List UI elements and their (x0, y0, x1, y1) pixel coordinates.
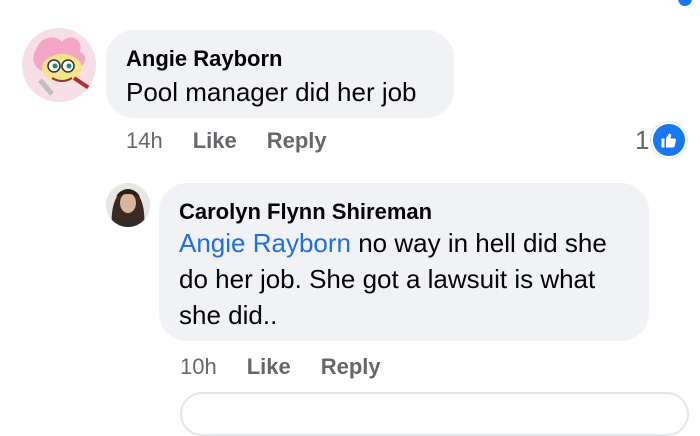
portrait-avatar-icon (106, 183, 150, 227)
reaction-summary[interactable]: 1 (635, 122, 688, 158)
comment-bubble: Angie Rayborn Pool manager did her job (106, 30, 454, 118)
previous-content-fragment (0, 0, 700, 6)
comment-text-line: do her job. She got a lawsuit is what (179, 264, 596, 294)
reply-button[interactable]: Reply (321, 354, 381, 380)
comment-text-line: Angie Rayborn no way in hell did she (179, 225, 607, 261)
mention-link[interactable]: Angie Rayborn (179, 228, 351, 258)
comment-timestamp[interactable]: 14h (126, 128, 163, 154)
avatar[interactable] (22, 28, 96, 102)
reply-input-box[interactable] (180, 392, 689, 436)
thumbs-up-icon (651, 122, 688, 158)
comment-author[interactable]: Angie Rayborn (126, 46, 282, 72)
comment-timestamp[interactable]: 10h (180, 354, 217, 380)
comment-actions: 10h Like Reply (180, 354, 381, 380)
reaction-count: 1 (635, 124, 650, 155)
avatar[interactable] (106, 183, 150, 227)
comment-author[interactable]: Carolyn Flynn Shireman (179, 199, 432, 225)
comment-bubble: Carolyn Flynn Shireman Angie Rayborn no … (159, 183, 649, 341)
comment-actions: 14h Like Reply (126, 128, 327, 154)
cut-off-reaction-icon (678, 0, 692, 6)
pony-avatar-icon (22, 28, 96, 102)
comment-text-line: she did.. (179, 300, 278, 330)
comment-text-segment: no way in hell did she (351, 228, 607, 258)
like-button[interactable]: Like (247, 354, 291, 380)
comment-text: Pool manager did her job (126, 77, 417, 107)
comment-text: Angie Rayborn no way in hell did she do … (179, 225, 607, 333)
like-button[interactable]: Like (193, 128, 237, 154)
reply-button[interactable]: Reply (267, 128, 327, 154)
